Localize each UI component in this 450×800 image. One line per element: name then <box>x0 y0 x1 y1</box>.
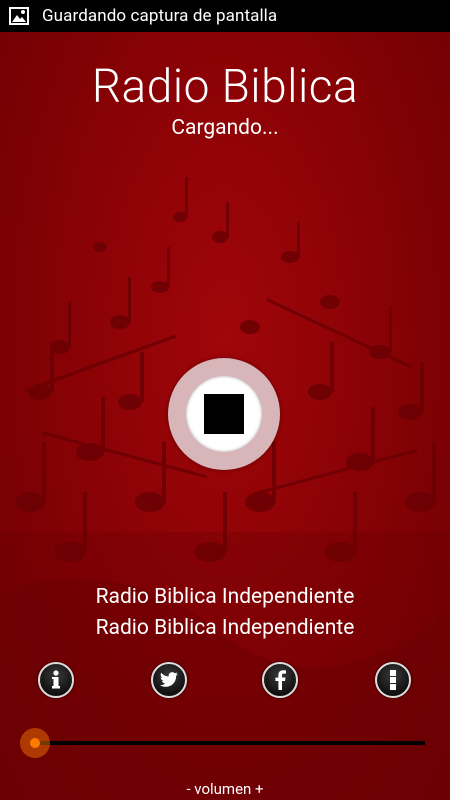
radio-app: Radio Biblica Cargando... Radio Biblica … <box>0 32 450 800</box>
volume-slider-thumb[interactable] <box>20 728 50 758</box>
stop-icon <box>204 394 244 434</box>
twitter-button[interactable] <box>151 662 187 698</box>
station-name: Radio Biblica Independiente <box>95 585 355 609</box>
volume-slider-thumb-dot <box>30 738 40 748</box>
stop-button[interactable] <box>168 358 280 470</box>
action-bar <box>0 662 450 702</box>
info-icon <box>49 670 63 690</box>
info-button[interactable] <box>38 662 74 698</box>
stop-button-face <box>186 376 262 452</box>
image-icon <box>9 6 33 26</box>
status-bar-text: Guardando captura de pantalla <box>42 6 278 26</box>
volume-label: - volumen + <box>186 780 264 798</box>
facebook-icon <box>274 670 286 690</box>
facebook-button[interactable] <box>262 662 298 698</box>
loading-status: Cargando... <box>171 116 279 140</box>
station-description: Radio Biblica Independiente <box>95 616 355 640</box>
twitter-icon <box>159 672 179 688</box>
menu-icon <box>388 669 398 691</box>
volume-slider-track[interactable] <box>35 741 425 745</box>
app-title: Radio Biblica <box>91 60 359 114</box>
menu-button[interactable] <box>375 662 411 698</box>
status-bar: Guardando captura de pantalla <box>0 0 450 32</box>
